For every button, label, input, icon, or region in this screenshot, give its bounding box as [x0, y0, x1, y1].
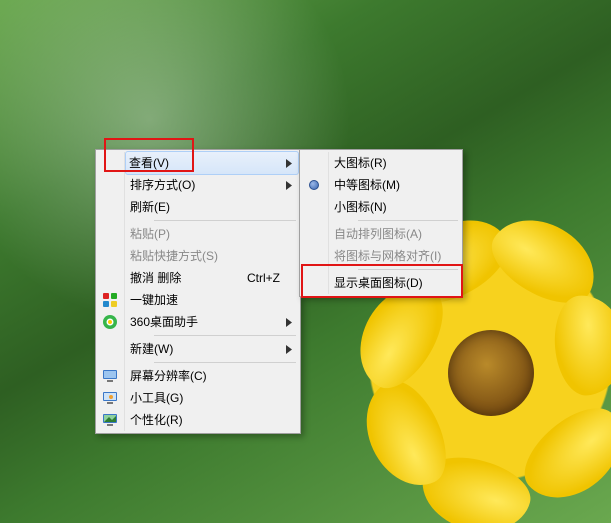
- speed-icon: [102, 292, 118, 308]
- menu-label: 粘贴(P): [130, 227, 170, 241]
- menu-label: 显示桌面图标(D): [334, 276, 423, 290]
- menu-item-new[interactable]: 新建(W): [126, 338, 298, 360]
- menu-label: 排序方式(O): [130, 178, 195, 192]
- menu-item-360-helper[interactable]: 360桌面助手: [126, 311, 298, 333]
- menu-item-speed[interactable]: 一键加速: [126, 289, 298, 311]
- menu-label: 大图标(R): [334, 156, 387, 170]
- menu-label: 自动排列图标(A): [334, 227, 422, 241]
- menu-label: 撤消 删除: [130, 271, 181, 285]
- desktop-context-menu: 查看(V) 排序方式(O) 刷新(E) 粘贴(P) 粘贴快捷方式(S): [95, 149, 301, 434]
- menu-item-refresh[interactable]: 刷新(E): [126, 196, 298, 218]
- menu-label: 一键加速: [130, 293, 178, 307]
- menu-label: 查看(V): [129, 156, 169, 170]
- menu-item-medium-icons[interactable]: 中等图标(M): [330, 174, 460, 196]
- menu-item-align-grid[interactable]: 将图标与网格对齐(I): [330, 245, 460, 267]
- menu-item-large-icons[interactable]: 大图标(R): [330, 152, 460, 174]
- menu-item-gadgets[interactable]: 小工具(G): [126, 387, 298, 409]
- submenu-arrow-icon: [286, 311, 292, 333]
- menu-label: 刷新(E): [130, 200, 170, 214]
- menu-item-undo[interactable]: 撤消 删除 Ctrl+Z: [126, 267, 298, 289]
- radio-selected-icon: [306, 177, 322, 193]
- menu-item-show-desktop-icons[interactable]: 显示桌面图标(D): [330, 272, 460, 294]
- menu-label: 屏幕分辨率(C): [130, 369, 207, 383]
- desktop-background[interactable]: 查看(V) 排序方式(O) 刷新(E) 粘贴(P) 粘贴快捷方式(S): [0, 0, 611, 523]
- menu-item-personalize[interactable]: 个性化(R): [126, 409, 298, 431]
- menu-item-small-icons[interactable]: 小图标(N): [330, 196, 460, 218]
- submenu-arrow-icon: [286, 152, 292, 174]
- menu-label: 个性化(R): [130, 413, 183, 427]
- menu-label: 小图标(N): [334, 200, 387, 214]
- view-submenu: 大图标(R) 中等图标(M) 小图标(N) 自动排列图标(A) 将图标与网格对齐…: [299, 149, 463, 297]
- menu-item-paste: 粘贴(P): [126, 223, 298, 245]
- menu-label: 小工具(G): [130, 391, 183, 405]
- menu-item-auto-arrange[interactable]: 自动排列图标(A): [330, 223, 460, 245]
- menu-label: 将图标与网格对齐(I): [334, 249, 441, 263]
- menu-label: 中等图标(M): [334, 178, 400, 192]
- menu-item-sort[interactable]: 排序方式(O): [126, 174, 298, 196]
- personalize-icon: [102, 412, 118, 428]
- gadgets-icon: [102, 390, 118, 406]
- menu-shortcut: Ctrl+Z: [247, 267, 280, 289]
- menu-item-paste-shortcut: 粘贴快捷方式(S): [126, 245, 298, 267]
- submenu-arrow-icon: [286, 174, 292, 196]
- helper-icon: [102, 314, 118, 330]
- submenu-arrow-icon: [286, 338, 292, 360]
- menu-label: 粘贴快捷方式(S): [130, 249, 218, 263]
- menu-item-view[interactable]: 查看(V): [125, 151, 299, 175]
- menu-item-resolution[interactable]: 屏幕分辨率(C): [126, 365, 298, 387]
- menu-label: 360桌面助手: [130, 315, 198, 329]
- monitor-icon: [102, 368, 118, 384]
- menu-label: 新建(W): [130, 342, 173, 356]
